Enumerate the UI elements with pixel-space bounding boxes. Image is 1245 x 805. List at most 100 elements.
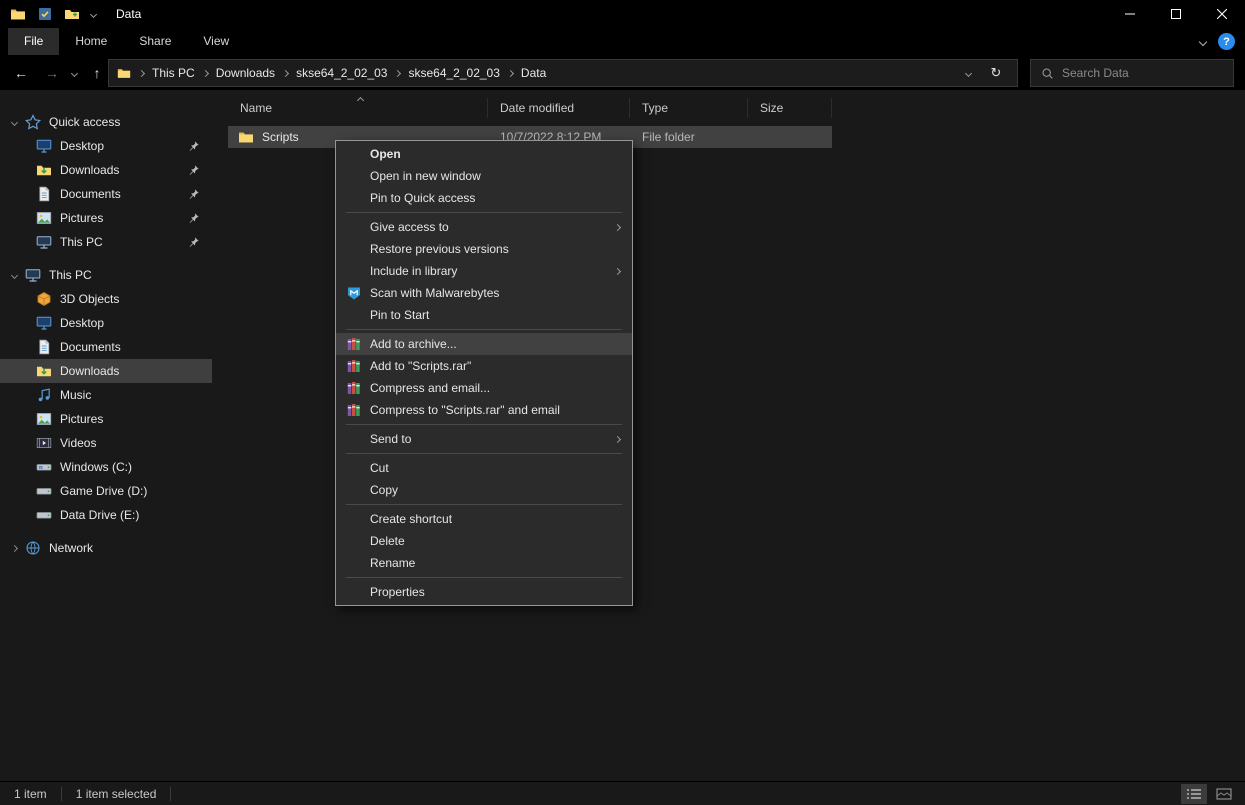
sidebar-section-network[interactable]: Network [0, 536, 212, 560]
menu-item-open-in-new-window[interactable]: Open in new window [336, 165, 632, 187]
sidebar-item-desktop[interactable]: Desktop [0, 134, 212, 158]
sidebar-item-pictures[interactable]: Pictures [0, 407, 212, 431]
document-icon [36, 186, 52, 202]
menu-item-cut[interactable]: Cut [336, 457, 632, 479]
address-bar[interactable]: This PC Downloads skse64_2_02_03 skse64_2_0… [108, 59, 1018, 87]
malwarebytes-icon [346, 285, 370, 301]
menu-item-add-to-archive[interactable]: Add to archive... [336, 333, 632, 355]
winrar-icon [346, 358, 370, 374]
sidebar-item-documents[interactable]: Documents [0, 335, 212, 359]
breadcrumb-item-data[interactable]: Data [513, 66, 554, 80]
computer-icon [25, 267, 41, 283]
pin-icon [188, 140, 200, 152]
drive-icon [36, 507, 52, 523]
menu-item-icon-slot [346, 555, 370, 571]
sidebar-item-windows-c[interactable]: Windows (C:) [0, 455, 212, 479]
expander-icon[interactable] [10, 544, 19, 552]
column-header-name[interactable]: Name [228, 96, 488, 118]
downloads-icon [36, 162, 52, 178]
menu-item-send-to[interactable]: Send to [336, 428, 632, 450]
sidebar-item-downloads[interactable]: Downloads [0, 158, 212, 182]
sidebar-item-downloads[interactable]: Downloads [0, 359, 212, 383]
menu-item-copy[interactable]: Copy [336, 479, 632, 501]
address-dropdown-chevron-icon[interactable] [964, 69, 973, 77]
expander-icon[interactable] [10, 271, 19, 279]
qat-new-folder-icon[interactable] [64, 6, 80, 22]
menu-item-icon-slot [346, 511, 370, 527]
help-button[interactable]: ? [1218, 33, 1235, 50]
tab-home[interactable]: Home [59, 28, 123, 55]
breadcrumb-item-downloads[interactable]: Downloads [208, 66, 283, 80]
menu-item-create-shortcut[interactable]: Create shortcut [336, 508, 632, 530]
sidebar-item-videos[interactable]: Videos [0, 431, 212, 455]
menu-separator [346, 329, 622, 330]
menu-item-rename[interactable]: Rename [336, 552, 632, 574]
qat-properties-icon[interactable] [37, 6, 53, 22]
refresh-button[interactable]: ↻ [985, 61, 1007, 85]
breadcrumb-item-skse64-2-02-03[interactable]: skse64_2_02_03 [400, 66, 507, 80]
music-icon [36, 387, 52, 403]
sidebar-item-this-pc[interactable]: This PC [0, 230, 212, 254]
app-folder-icon [10, 6, 26, 22]
menu-item-give-access-to[interactable]: Give access to [336, 216, 632, 238]
search-box[interactable] [1030, 59, 1234, 87]
sidebar-item-music[interactable]: Music [0, 383, 212, 407]
column-header-date-modified[interactable]: Date modified [488, 98, 630, 118]
menu-item-compress-and-email[interactable]: Compress and email... [336, 377, 632, 399]
menu-item-pin-to-start[interactable]: Pin to Start [336, 304, 632, 326]
maximize-button[interactable] [1153, 0, 1199, 28]
tab-share[interactable]: Share [123, 28, 187, 55]
address-folder-icon [117, 66, 131, 80]
sidebar-item-3d-objects[interactable]: 3D Objects [0, 287, 212, 311]
details-view-button[interactable] [1181, 783, 1207, 804]
winrar-icon [346, 402, 370, 418]
ribbon-collapse-icon[interactable] [1198, 37, 1208, 46]
sidebar-item-desktop[interactable]: Desktop [0, 311, 212, 335]
column-header-type[interactable]: Type [630, 98, 748, 118]
menu-item-label: Compress and email... [370, 381, 491, 395]
details-view-icon [1187, 788, 1201, 799]
menu-item-restore-previous-versions[interactable]: Restore previous versions [336, 238, 632, 260]
close-button[interactable] [1199, 0, 1245, 28]
sidebar-item-documents[interactable]: Documents [0, 182, 212, 206]
sidebar-item-label: Videos [60, 436, 97, 450]
thumbnails-view-button[interactable] [1211, 784, 1237, 804]
sidebar-section-this-pc[interactable]: This PC [0, 263, 212, 287]
menu-item-pin-to-quick-access[interactable]: Pin to Quick access [336, 187, 632, 209]
menu-item-delete[interactable]: Delete [336, 530, 632, 552]
column-header-size[interactable]: Size [748, 98, 832, 118]
breadcrumb-item-skse64-2-02-03[interactable]: skse64_2_02_03 [288, 66, 395, 80]
sidebar-item-game-drive-d[interactable]: Game Drive (D:) [0, 479, 212, 503]
menu-item-icon-slot [346, 431, 370, 447]
menu-item-label: Properties [370, 585, 425, 599]
menu-item-compress-to-scripts-rar-and-email[interactable]: Compress to "Scripts.rar" and email [336, 399, 632, 421]
sidebar: Quick access Desktop Downloads Documents Pic… [0, 90, 212, 781]
up-button[interactable]: ↑ [86, 61, 108, 85]
menu-item-icon-slot [346, 263, 370, 279]
submenu-arrow-icon [613, 435, 622, 443]
menu-item-include-in-library[interactable]: Include in library [336, 260, 632, 282]
breadcrumb-item-this-pc[interactable]: This PC [144, 66, 203, 80]
recent-locations-chevron-icon[interactable] [70, 69, 79, 77]
tab-view[interactable]: View [187, 28, 245, 55]
menu-item-properties[interactable]: Properties [336, 581, 632, 603]
sidebar-item-pictures[interactable]: Pictures [0, 206, 212, 230]
back-button[interactable]: ← [10, 61, 32, 85]
expander-icon[interactable] [10, 118, 19, 126]
sidebar-section-quick-access[interactable]: Quick access [0, 110, 212, 134]
column-header-label: Type [642, 101, 669, 115]
search-input[interactable] [1062, 66, 1212, 80]
menu-item-open[interactable]: Open [336, 143, 632, 165]
forward-button[interactable]: → [41, 61, 63, 85]
sidebar-item-label: Pictures [60, 412, 104, 426]
minimize-button[interactable] [1107, 0, 1153, 28]
sidebar-item-label: Documents [60, 340, 121, 354]
menu-item-add-to-scripts-rar[interactable]: Add to "Scripts.rar" [336, 355, 632, 377]
tab-file[interactable]: File [8, 28, 60, 55]
menu-item-icon-slot [346, 190, 370, 206]
cube-icon [36, 291, 52, 307]
menu-item-scan-with-malwarebytes[interactable]: Scan with Malwarebytes [336, 282, 632, 304]
qat-chevron-down-icon[interactable] [89, 10, 98, 18]
folder-icon [238, 129, 254, 145]
sidebar-item-data-drive-e[interactable]: Data Drive (E:) [0, 503, 212, 527]
